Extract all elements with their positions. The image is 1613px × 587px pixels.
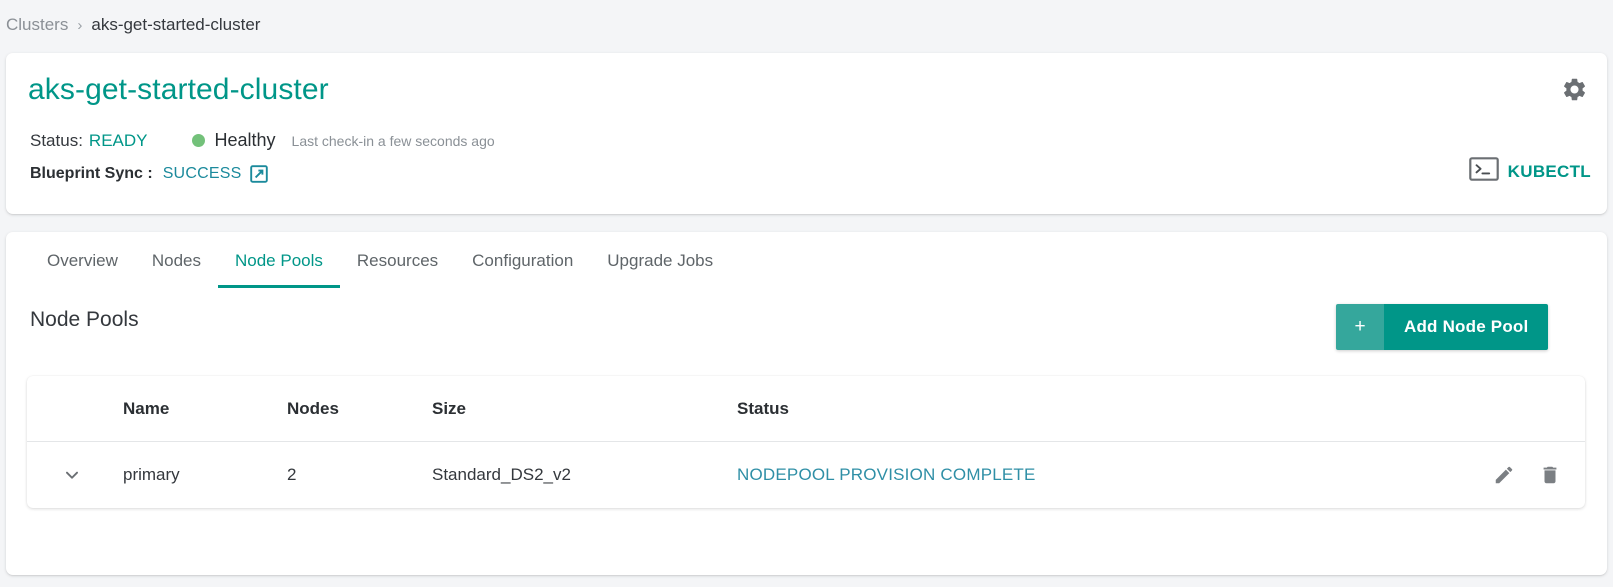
tab-nodes[interactable]: Nodes <box>135 244 218 288</box>
health-status-dot <box>191 134 205 147</box>
page-title[interactable]: aks-get-started-cluster <box>28 73 329 107</box>
status-label: Status: <box>30 130 83 150</box>
section-title: Node Pools <box>30 308 139 331</box>
cell-status[interactable]: NODEPOOL PROVISION COMPLETE <box>737 465 1465 485</box>
pencil-icon[interactable] <box>1493 464 1515 486</box>
table-row: primary 2 Standard_DS2_v2 NODEPOOL PROVI… <box>27 442 1585 508</box>
breadcrumb: Clusters › aks-get-started-cluster <box>6 5 260 45</box>
cell-size: Standard_DS2_v2 <box>432 465 571 484</box>
cluster-header-card: aks-get-started-cluster Status: READY He… <box>6 53 1607 214</box>
breadcrumb-current: aks-get-started-cluster <box>91 15 261 34</box>
tab-upgrade-jobs[interactable]: Upgrade Jobs <box>590 244 730 288</box>
blueprint-sync-label: Blueprint Sync : <box>30 165 153 182</box>
terminal-icon <box>1468 157 1499 186</box>
cluster-detail-page: Clusters › aks-get-started-cluster aks-g… <box>0 0 1613 587</box>
trash-icon[interactable] <box>1539 464 1561 486</box>
column-header-nodes: Nodes <box>287 398 339 418</box>
table-header-row: Name Nodes Size Status <box>27 376 1585 442</box>
node-pools-panel: Overview Nodes Node Pools Resources Conf… <box>6 232 1607 575</box>
kubectl-button[interactable]: KUBECTL <box>1468 157 1591 186</box>
row-expand-cell <box>33 462 111 488</box>
external-link-icon[interactable] <box>250 165 269 183</box>
column-header-name: Name <box>123 398 170 418</box>
add-node-pool-label: Add Node Pool <box>1384 304 1549 350</box>
column-header-size: Size <box>432 398 467 418</box>
tab-resources[interactable]: Resources <box>340 244 455 288</box>
settings-button[interactable] <box>1559 74 1589 104</box>
cell-name: primary <box>123 465 180 484</box>
blueprint-sync-line: Blueprint Sync : SUCCESS <box>30 165 269 183</box>
add-node-pool-button[interactable]: + Add Node Pool <box>1336 304 1549 350</box>
health-status-label: Healthy <box>214 130 276 150</box>
tab-configuration[interactable]: Configuration <box>455 244 590 288</box>
breadcrumb-separator: › <box>77 16 83 34</box>
tab-overview[interactable]: Overview <box>30 244 135 288</box>
tab-bar: Overview Nodes Node Pools Resources Conf… <box>6 232 1607 288</box>
status-value: READY <box>88 130 148 150</box>
column-header-status: Status <box>737 398 789 418</box>
cell-nodes: 2 <box>287 465 297 484</box>
blueprint-sync-value: SUCCESS <box>162 165 242 182</box>
chevron-down-icon[interactable] <box>59 462 85 488</box>
row-actions <box>1465 464 1585 486</box>
plus-icon: + <box>1336 304 1384 350</box>
gear-icon <box>1563 78 1585 100</box>
last-checkin-text: Last check-in a few seconds ago <box>291 132 495 149</box>
cluster-status-line: Status: READY Healthy Last check-in a fe… <box>30 130 495 151</box>
breadcrumb-clusters-link[interactable]: Clusters <box>6 15 68 35</box>
kubectl-label: KUBECTL <box>1507 161 1591 181</box>
tab-node-pools[interactable]: Node Pools <box>218 244 340 288</box>
node-pools-table: Name Nodes Size Status primary 2 Standar… <box>27 376 1585 508</box>
